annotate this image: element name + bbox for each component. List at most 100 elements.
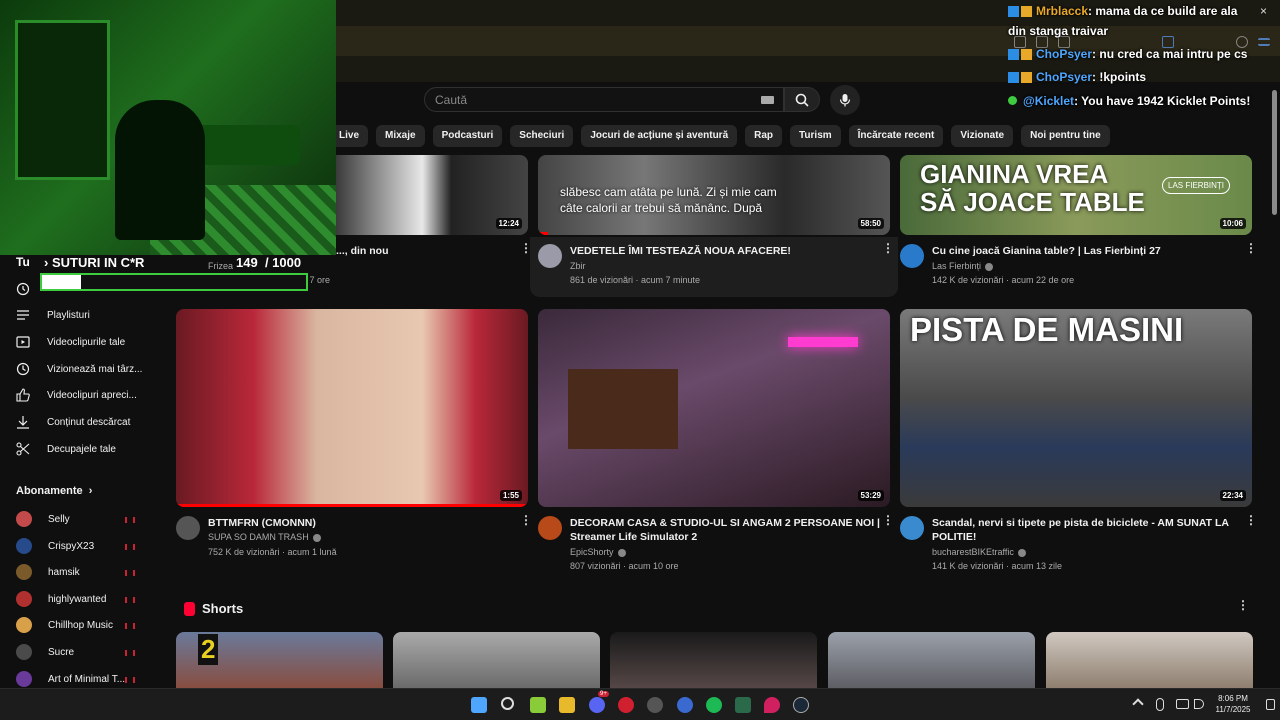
more-icon[interactable]: ⋮ — [882, 514, 894, 526]
avatar — [16, 671, 32, 687]
subscription-item[interactable]: Art of Minimal T... — [16, 669, 125, 689]
more-icon[interactable]: ⋮ — [520, 242, 532, 254]
app-icon[interactable] — [618, 697, 634, 713]
video-title[interactable]: VEDETELE ÎMI TESTEAZĂ NOUA AFACERE! — [570, 244, 791, 258]
video-title-line2[interactable]: POLITIE! — [932, 530, 976, 544]
more-icon[interactable]: ⋮ — [520, 514, 532, 526]
search-icon[interactable] — [501, 697, 514, 710]
sidebar-item-downloads[interactable]: Conținut descărcat — [16, 412, 130, 432]
chip[interactable]: Jocuri de acțiune și aventură — [581, 125, 738, 147]
notifications-icon[interactable] — [1266, 699, 1275, 710]
channel-name[interactable]: EpicShorty — [570, 547, 626, 557]
short-thumbnail[interactable] — [828, 632, 1035, 692]
discord-icon[interactable] — [589, 697, 605, 713]
goal-progress-bar — [40, 273, 308, 291]
chat-message: Mrblacck: mama da ce build are ala — [1008, 4, 1237, 18]
video-title-line2[interactable]: Streamer Life Simulator 2 — [570, 530, 697, 544]
voice-search-button[interactable] — [830, 85, 860, 115]
chip[interactable]: Încărcate recent — [848, 125, 944, 147]
mic-icon[interactable] — [1156, 698, 1164, 711]
goal-progress-fill — [42, 275, 82, 289]
search-button[interactable] — [784, 87, 820, 112]
video-title[interactable]: ..., din nou — [336, 244, 389, 258]
badge-icon — [1008, 49, 1032, 61]
mic-icon — [839, 94, 851, 107]
subscription-item[interactable]: Chillhop Music — [16, 615, 113, 635]
file-explorer-icon[interactable] — [559, 697, 575, 713]
subscription-item[interactable]: CrispyX23 — [16, 536, 94, 556]
video-title[interactable]: Scandal, nervi si tipete pe pista de bic… — [932, 516, 1229, 530]
maps-icon[interactable] — [764, 697, 780, 713]
search-input[interactable]: Caută — [424, 87, 784, 112]
short-thumbnail[interactable]: 2 — [176, 632, 383, 692]
more-icon[interactable]: ⋮ — [1237, 599, 1249, 611]
like-icon — [16, 388, 30, 402]
short-thumbnail[interactable] — [393, 632, 600, 692]
volume-icon[interactable] — [1194, 699, 1204, 709]
network-icon[interactable] — [1176, 699, 1189, 709]
sidebar-item-clips[interactable]: Decupajele tale — [16, 439, 116, 459]
windows-start-icon[interactable] — [471, 697, 487, 713]
sidebar-item-your-videos[interactable]: Videoclipurile tale — [16, 332, 125, 352]
chip[interactable]: Podcasturi — [432, 125, 503, 147]
subscription-item[interactable]: highlywanted — [16, 589, 106, 609]
video-thumbnail[interactable]: PISTA DE MASINI 22:34 — [900, 309, 1252, 507]
menu-icon[interactable] — [1258, 38, 1270, 46]
video-meta: 142 K de vizionări · acum 22 de ore — [932, 275, 1075, 285]
keyboard-icon[interactable] — [761, 96, 774, 104]
channel-avatar[interactable] — [900, 516, 924, 540]
steam-icon[interactable] — [793, 697, 809, 713]
channel-avatar[interactable] — [900, 244, 924, 268]
sidebar-item-liked[interactable]: Videoclipuri apreci... — [16, 385, 137, 405]
clock[interactable]: 8:06 PM 11/7/2025 — [1208, 693, 1258, 715]
subscription-item[interactable]: hamsik — [16, 562, 80, 582]
chevron-up-icon[interactable] — [1132, 698, 1144, 710]
more-icon[interactable]: ⋮ — [1245, 242, 1257, 254]
chip[interactable]: Mixaje — [376, 125, 425, 147]
subscription-item[interactable]: Sucre — [16, 642, 74, 662]
subscription-item[interactable]: Selly — [16, 509, 70, 529]
app-icon[interactable] — [647, 697, 663, 713]
chip[interactable]: Noi pentru tine — [1021, 125, 1110, 147]
channel-avatar[interactable] — [538, 244, 562, 268]
thumbnail-text: GIANINA VREA — [920, 159, 1109, 189]
video-title[interactable]: BTTMFRN (CMONNN) — [208, 516, 316, 530]
sidebar-item-history[interactable] — [16, 279, 30, 299]
channel-avatar[interactable] — [538, 516, 562, 540]
live-icon — [125, 570, 135, 576]
more-icon[interactable]: ⋮ — [882, 242, 894, 254]
video-thumbnail[interactable]: 1:55 — [176, 309, 528, 507]
browser-icon[interactable] — [677, 697, 693, 713]
avatar — [16, 538, 32, 554]
chip[interactable]: Scheciuri — [510, 125, 574, 147]
sidebar-item-watch-later[interactable]: Vizionează mai târz... — [16, 359, 142, 379]
video-thumbnail[interactable]: 12:24 — [336, 155, 528, 235]
channel-name[interactable]: bucharestBIKEtraffic — [932, 547, 1026, 557]
chip[interactable]: Rap — [745, 125, 783, 147]
video-icon — [16, 335, 30, 349]
chip[interactable]: Turism — [790, 125, 841, 147]
app-icon[interactable] — [530, 697, 546, 713]
chat-message: ChoPsyer: nu cred ca mai intru pe cs — [1008, 47, 1247, 61]
short-thumbnail[interactable] — [610, 632, 817, 692]
app-icon[interactable] — [735, 697, 751, 713]
spotify-icon[interactable] — [706, 697, 722, 713]
sidebar-item-playlists[interactable]: Playlisturi — [16, 305, 90, 325]
channel-name[interactable]: Frizea — [208, 261, 233, 271]
chip[interactable]: Vizionate — [951, 125, 1014, 147]
channel-name[interactable]: Las Fierbinți — [932, 261, 994, 271]
close-icon[interactable]: × — [1260, 4, 1267, 18]
scrollbar[interactable] — [1272, 90, 1277, 215]
channel-name[interactable]: SUPA SO DAMN TRASH — [208, 532, 321, 542]
video-thumbnail[interactable]: slăbesc cam atâta pe lună. Zi și mie cam… — [538, 155, 890, 235]
short-thumbnail[interactable] — [1046, 632, 1253, 692]
channel-avatar[interactable] — [176, 516, 200, 540]
video-title[interactable]: Cu cine joacă Gianina table? | Las Fierb… — [932, 244, 1161, 258]
channel-name[interactable]: Zbir — [570, 261, 586, 271]
video-thumbnail[interactable]: GIANINA VREA SĂ JOACE TABLE LAS FIERBINȚ… — [900, 155, 1252, 235]
subscriptions-title[interactable]: Abonamente › — [16, 485, 92, 497]
video-title[interactable]: DECORAM CASA & STUDIO-UL SI ANGAM 2 PERS… — [570, 516, 880, 530]
live-icon — [125, 517, 135, 523]
video-thumbnail[interactable]: 53:29 — [538, 309, 890, 507]
more-icon[interactable]: ⋮ — [1245, 514, 1257, 526]
